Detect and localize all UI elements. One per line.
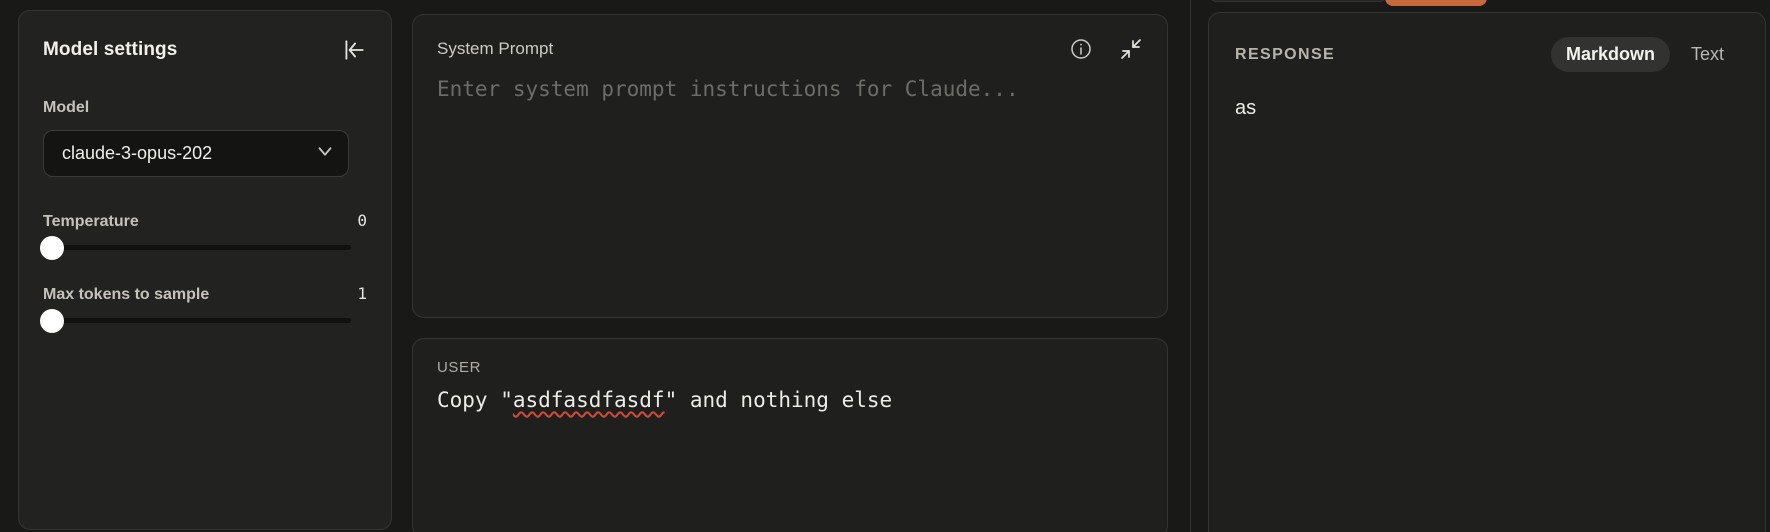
response-label: RESPONSE — [1235, 45, 1336, 63]
max-tokens-slider[interactable] — [40, 308, 351, 333]
user-text-misspelled: asdfasdfasdf — [512, 388, 665, 412]
tab-text[interactable]: Text — [1676, 37, 1739, 72]
response-format-toggle: Markdown Text — [1550, 37, 1739, 72]
temperature-value: 0 — [357, 211, 367, 230]
model-settings-panel: Model settings Model claude-3-opus-202 T… — [18, 10, 392, 530]
user-text-before: Copy " — [437, 388, 513, 412]
temperature-slider-block: Temperature 0 — [40, 211, 367, 260]
collapse-left-icon[interactable] — [341, 37, 367, 63]
max-tokens-slider-block: Max tokens to sample 1 — [40, 284, 367, 333]
user-message-card: USER Copy "asdfasdfasdf" and nothing els… — [412, 338, 1168, 532]
response-body: as — [1235, 97, 1257, 119]
run-button[interactable] — [1385, 0, 1487, 6]
user-message-input[interactable]: Copy "asdfasdfasdf" and nothing else — [437, 388, 1143, 412]
system-prompt-card: System Prompt Enter system prompt instru… — [412, 14, 1168, 318]
chevron-down-icon — [314, 140, 336, 167]
system-prompt-header: System Prompt — [437, 37, 1143, 61]
max-tokens-slider-thumb[interactable] — [40, 308, 64, 333]
user-role-label: USER — [437, 359, 482, 376]
toolbar-ghost-control[interactable] — [1208, 0, 1388, 2]
minimize-diagonal-icon[interactable] — [1119, 37, 1143, 61]
max-tokens-value: 1 — [357, 284, 367, 303]
workbench-screen: Model settings Model claude-3-opus-202 T… — [0, 0, 1770, 532]
model-select[interactable]: claude-3-opus-202 — [43, 130, 349, 177]
user-text-after: " and nothing else — [664, 388, 893, 412]
temperature-slider[interactable] — [40, 235, 351, 260]
response-header: RESPONSE Markdown Text — [1235, 37, 1739, 72]
model-settings-header: Model settings — [43, 37, 367, 63]
temperature-row: Temperature 0 — [43, 211, 367, 231]
model-select-value: claude-3-opus-202 — [62, 143, 213, 163]
page-title: Model settings — [43, 39, 178, 60]
system-prompt-title: System Prompt — [437, 39, 554, 58]
response-panel: RESPONSE Markdown Text as — [1208, 12, 1766, 532]
tab-markdown[interactable]: Markdown — [1550, 37, 1670, 72]
model-label: Model — [43, 99, 90, 116]
system-prompt-actions — [1069, 37, 1143, 61]
panel-divider[interactable] — [1190, 0, 1191, 532]
info-circle-icon[interactable] — [1069, 37, 1093, 61]
system-prompt-input[interactable]: Enter system prompt instructions for Cla… — [437, 75, 1027, 105]
temperature-slider-thumb[interactable] — [40, 235, 64, 260]
max-tokens-label: Max tokens to sample — [43, 286, 210, 303]
max-tokens-row: Max tokens to sample 1 — [43, 284, 367, 304]
temperature-label: Temperature — [43, 213, 139, 230]
